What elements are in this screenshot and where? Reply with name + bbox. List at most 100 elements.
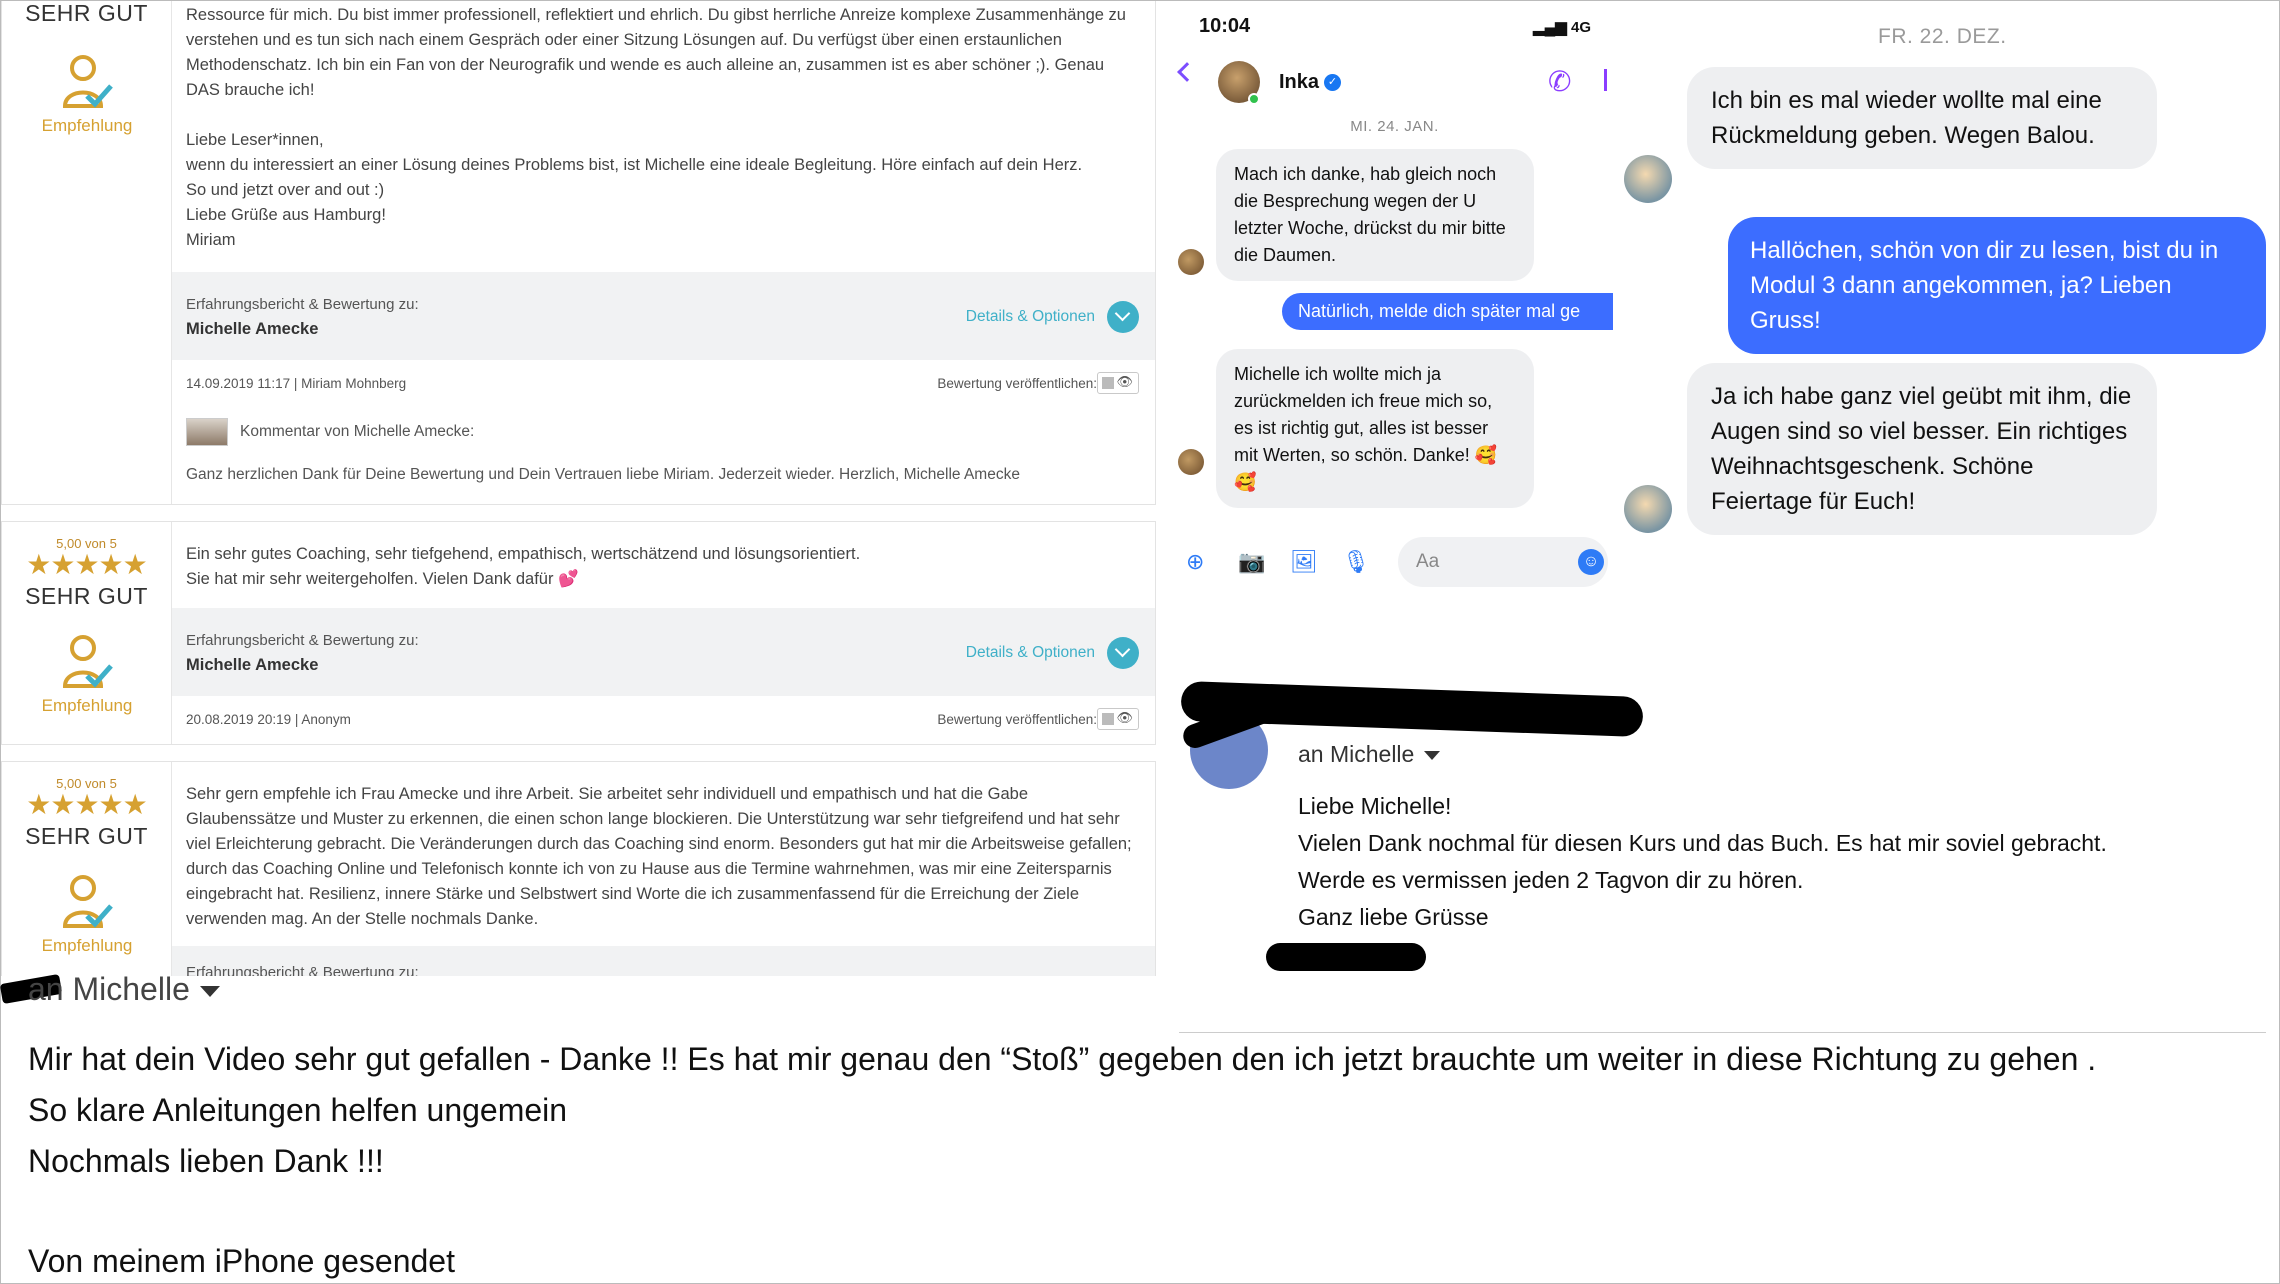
microphone-icon[interactable]: 🎙 [1342,549,1370,575]
publish-label: Bewertung veröffentlichen: [937,712,1097,727]
message-input-placeholder: Aa [1416,551,1440,572]
review-text-content: Ein sehr gutes Coaching, sehr tiefgehend… [186,545,861,588]
recommend-icon [62,635,113,688]
recommend-badge: Empfehlung [2,872,172,956]
message-incoming: Ja ich habe ganz viel geübt mit ihm, die… [1687,363,2157,535]
review-target-name: Michelle Amecke [186,656,319,674]
review-meta: 20.08.2019 20:19 | Anonym [186,712,351,727]
contact-name[interactable]: Inka [1279,71,1319,94]
review-target-bar: Erfahrungsbericht & Bewertung zu: Michel… [172,272,1155,360]
toggle-knob [1102,377,1114,389]
email-line: Werde es vermissen jeden 2 Tagvon dir zu… [1298,867,1804,893]
email-line: Vielen Dank nochmal für diesen Kurs und … [1298,830,2107,856]
divider [1179,1032,2266,1033]
emoji-icon[interactable]: ☺ [1578,549,1604,575]
screenshot-collage: SEHR GUT Empfehlung ich freue mich auf d… [0,0,2280,1284]
review-target-bar: Erfahrungsbericht & Bewertung zu: Michel… [172,608,1155,696]
publish-toggle[interactable]: 👁 [1097,708,1139,730]
review-grade: SEHR GUT [25,583,148,609]
details-options-link[interactable]: Details & Optionen [966,308,1095,326]
sender-avatar [1178,449,1204,475]
review-grade: SEHR GUT [25,823,148,849]
chat-date: MI. 24. JAN. [1350,118,1439,135]
recipient-label: an Michelle [1298,741,1415,767]
more-icon[interactable] [1604,69,1607,91]
review-rating-column: SEHR GUT Empfehlung [2,1,172,504]
message-input[interactable]: Aa ☺ [1398,537,1608,587]
email-line: Liebe Michelle! [1298,793,1452,819]
review-panel: SEHR GUT Empfehlung ich freue mich auf d… [1,1,1156,976]
message-outgoing: Hallöchen, schön von dir zu lesen, bist … [1728,217,2266,354]
eye-icon: 👁 [1116,710,1133,725]
redaction-mark [1266,943,1426,971]
plus-icon[interactable]: ⊕ [1186,549,1204,575]
image-icon[interactable]: 🖼 [1290,549,1318,575]
star-rating: ★★★★★ [26,789,148,820]
camera-icon[interactable]: 📷 [1238,549,1265,575]
recommend-badge: Empfehlung [2,52,172,136]
message-incoming: Mach ich danke, hab gleich noch die Besp… [1216,149,1534,281]
verified-icon: ✓ [1324,74,1341,91]
email-line: So klare Anleitungen helfen ungemein [28,1092,568,1128]
email-line: Mir hat dein Video sehr gut gefallen - D… [28,1041,2097,1077]
messenger-phone-screenshot: 10:04 ▂▄▆ 4G Inka ✓ ✆ MI. 24. JAN. Mach … [1176,1,1613,611]
review-card: SEHR GUT Empfehlung ich freue mich auf d… [1,1,1156,505]
review-text: ich freue mich auf den weiteren Weg. Vie… [186,1,1137,253]
review-text: Sehr gern empfehle ich Frau Amecke und i… [186,782,1137,932]
phone-call-icon[interactable]: ✆ [1548,65,1571,98]
toggle-knob [1102,713,1114,725]
chevron-down-icon [1114,305,1131,322]
recipient[interactable]: an Michelle [1298,741,1441,768]
review-target-name: Michelle Amecke [186,320,319,338]
chevron-down-icon [1114,641,1131,658]
chevron-down-icon [1424,751,1441,761]
review-rating-column: 5,00 von 5 ★★★★★ SEHR GUT Empfehlung [2,522,172,744]
recommend-icon [62,875,113,928]
email-line: Nochmals lieben Dank !!! [28,1143,384,1179]
sender-avatar [1178,249,1204,275]
message-incoming: Michelle ich wollte mich ja zurückmelden… [1216,349,1534,508]
message-outgoing: Natürlich, melde dich später mal ge [1282,293,1613,330]
sender-avatar [1624,485,1672,533]
review-target-label: Erfahrungsbericht & Bewertung zu: [186,632,419,649]
publish-label: Bewertung veröffentlichen: [937,376,1097,391]
review-card: 5,00 von 5 ★★★★★ SEHR GUT Empfehlung Ein… [1,521,1156,745]
eye-icon: 👁 [1116,374,1133,389]
details-options-link[interactable]: Details & Optionen [966,644,1095,662]
review-card: 5,00 von 5 ★★★★★ SEHR GUT Empfehlung Seh… [1,761,1156,976]
review-meta: 14.09.2019 11:17 | Miriam Mohnberg [186,376,407,391]
avatar [186,418,228,446]
signal-icon: ▂▄▆ [1533,19,1571,36]
message-incoming: Ich bin es mal wieder wollte mal eine Rü… [1687,67,2157,169]
star-rating: ★★★★★ [26,549,148,580]
recommend-label: Empfehlung [41,116,133,135]
review-target-label: Erfahrungsbericht & Bewertung zu: [186,296,419,313]
chevron-down-icon [199,986,220,998]
back-chevron-icon[interactable] [1177,62,1197,82]
sender-avatar [1624,155,1672,203]
comment-heading: Kommentar von Michelle Amecke: [240,423,475,440]
recommend-label: Empfehlung [41,696,133,715]
email-signature: Von meinem iPhone gesendet [28,1243,455,1279]
expand-chevron-button[interactable] [1107,637,1139,669]
chat-date: FR. 22. DEZ. [1878,25,2007,48]
recipient[interactable]: an Michelle [28,971,220,1008]
network-label: 4G [1570,19,1591,36]
recipient-label: an Michelle [28,971,190,1007]
email-screenshot: an Michelle Mir hat dein Video sehr gut … [0,969,2280,1284]
chat-screenshot: FR. 22. DEZ. Ich bin es mal wieder wollt… [1613,1,2280,561]
expand-chevron-button[interactable] [1107,301,1139,333]
status-time: 10:04 [1199,15,1251,37]
email-line: Ganz liebe Grüsse [1298,904,1489,930]
recommend-icon [62,55,113,108]
review-grade: SEHR GUT [25,1,148,26]
email-screenshot: an Michelle Liebe Michelle! Vielen Dank … [1176,671,2280,971]
comment-text: Ganz herzlichen Dank für Deine Bewertung… [186,466,1020,483]
review-text-content: Sehr gern empfehle ich Frau Amecke und i… [186,785,1137,928]
review-text-content: ich freue mich auf den weiteren Weg. Vie… [186,6,1126,249]
online-indicator [1248,93,1260,105]
recommend-badge: Empfehlung [2,632,172,716]
publish-toggle[interactable]: 👁 [1097,372,1139,394]
status-network: ▂▄▆ 4G [1533,18,1591,36]
review-text: Ein sehr gutes Coaching, sehr tiefgehend… [186,542,1137,592]
